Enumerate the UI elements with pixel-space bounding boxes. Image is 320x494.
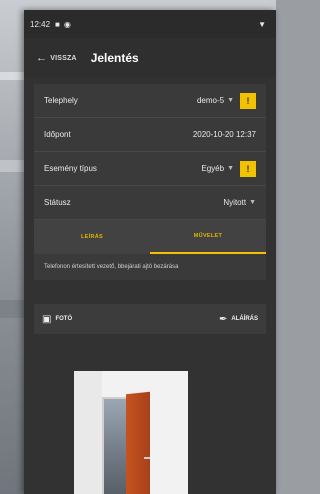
status-label: Státusz	[44, 198, 71, 207]
status-bar: 12:42 ■ ◉ ▼	[24, 10, 276, 38]
tab-description[interactable]: LEÍRÁS	[34, 220, 150, 254]
description-text[interactable]: Telefonon értesített vezető, bbejárati a…	[34, 254, 266, 280]
attachment-bar: ▣ FOTÓ ✒ ALÁÍRÁS	[34, 304, 266, 334]
report-form: Telephely demo-5 ▼ ! Időpont 2020-10-20 …	[34, 84, 266, 280]
camera-icon: ▣	[42, 313, 52, 325]
time-value[interactable]: 2020-10-20 12:37	[193, 130, 256, 139]
photo-wall	[74, 371, 102, 494]
tab-action[interactable]: MŰVELET	[150, 220, 266, 254]
dropdown-caret-icon: ▼	[227, 165, 234, 172]
photo-door-handle	[144, 457, 150, 459]
dropdown-caret-icon: ▼	[227, 97, 234, 104]
dropdown-caret-icon: ▼	[249, 199, 256, 206]
event-type-select[interactable]: Egyéb	[201, 164, 224, 173]
sign-button[interactable]: ✒ ALÁÍRÁS	[219, 314, 258, 325]
tab-bar: LEÍRÁS MŰVELET	[34, 220, 266, 254]
event-type-row[interactable]: Esemény típus Egyéb ▼ !	[34, 152, 266, 186]
background-shape	[0, 160, 24, 172]
page-title: Jelentés	[90, 51, 139, 65]
warning-icon[interactable]: !	[240, 160, 256, 177]
sync-icon: ◉	[63, 19, 71, 29]
wifi-icon: ▼	[258, 19, 266, 29]
phone-screen: 12:42 ■ ◉ ▼ ← VISSZA Jelentés Telephely …	[24, 10, 276, 494]
back-button-label: VISSZA	[50, 54, 77, 62]
background-shape	[0, 300, 24, 318]
site-row[interactable]: Telephely demo-5 ▼ !	[34, 84, 266, 118]
site-select[interactable]: demo-5	[197, 96, 224, 105]
back-button[interactable]: ← VISSZA	[36, 52, 77, 64]
arrow-back-icon: ←	[36, 52, 48, 64]
photo-button[interactable]: ▣ FOTÓ	[42, 314, 72, 325]
status-row[interactable]: Státusz Nyitott ▼	[34, 186, 266, 220]
event-type-label: Esemény típus	[44, 164, 97, 173]
app-toolbar: ← VISSZA Jelentés	[24, 38, 276, 78]
status-time: 12:42	[30, 19, 51, 29]
status-select[interactable]: Nyitott	[223, 198, 246, 207]
sign-button-label: ALÁÍRÁS	[231, 316, 258, 322]
lock-icon: ■	[55, 19, 60, 29]
time-label: Időpont	[44, 130, 71, 139]
site-label: Telephely	[44, 96, 78, 105]
attached-photo[interactable]	[74, 371, 188, 494]
photo-door	[126, 391, 150, 494]
warning-icon[interactable]: !	[240, 92, 256, 109]
background-shape	[0, 72, 24, 80]
time-row[interactable]: Időpont 2020-10-20 12:37	[34, 118, 266, 152]
photo-button-label: FOTÓ	[55, 316, 73, 322]
pen-icon: ✒	[218, 313, 228, 325]
